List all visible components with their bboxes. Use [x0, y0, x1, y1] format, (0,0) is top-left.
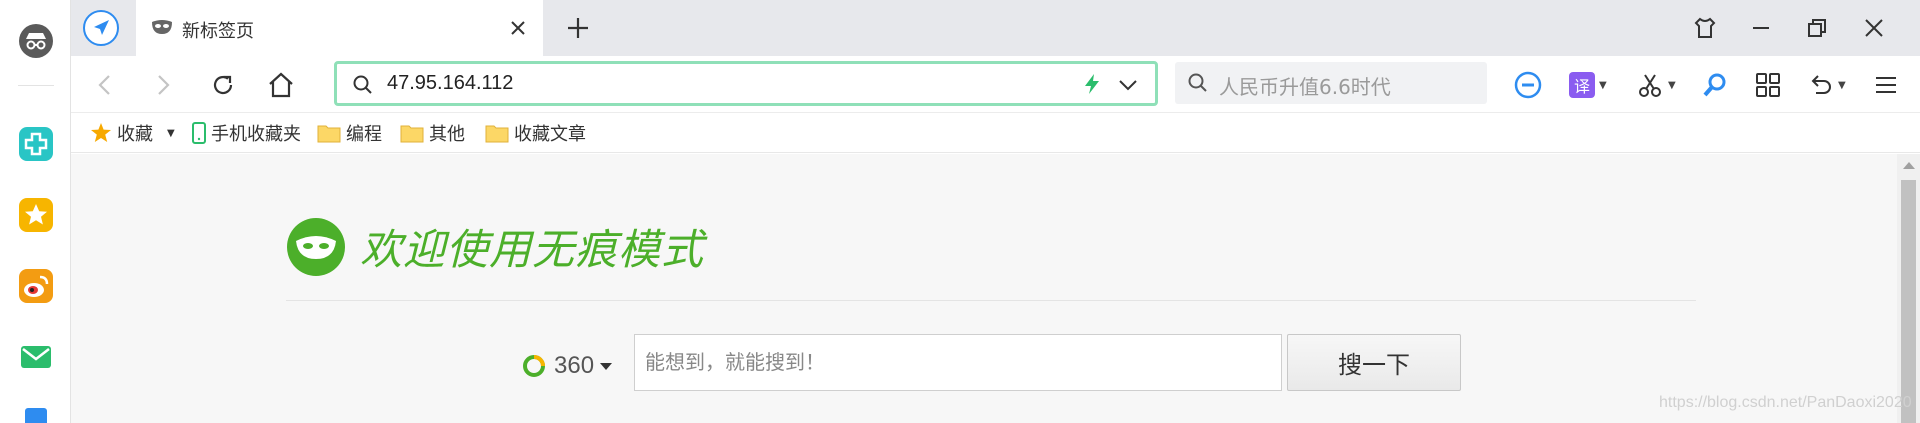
welcome-header: 欢迎使用无痕模式: [286, 216, 704, 277]
divider: [286, 300, 1696, 301]
navigation-icon[interactable]: [83, 10, 119, 46]
search-engine-selector[interactable]: 360: [522, 352, 613, 380]
folder-icon: [400, 125, 424, 143]
favorites-star-icon[interactable]: [18, 197, 54, 233]
refresh-icon[interactable]: [206, 68, 240, 102]
incognito-icon[interactable]: [18, 23, 54, 59]
scroll-up-arrow-icon[interactable]: [1903, 162, 1915, 169]
bookmark-label: 其他: [429, 124, 465, 145]
caret-down-icon: ▼: [1838, 79, 1846, 91]
incognito-mask-icon: [150, 17, 174, 43]
caret-down-icon: ▼: [1668, 79, 1676, 91]
chevron-down-icon[interactable]: [1117, 74, 1139, 100]
search-icon: [1187, 72, 1209, 98]
menu-icon[interactable]: [1873, 68, 1899, 102]
tab-new-tab[interactable]: 新标签页: [136, 0, 543, 56]
caret-down-icon: [600, 362, 613, 370]
home-icon[interactable]: [264, 68, 298, 102]
bookmark-label: 编程: [346, 124, 382, 145]
bookmarks-bar: 收藏 ▼ 手机收藏夹 编程 其他 收藏文章: [71, 113, 1920, 153]
bookmark-label: 手机收藏夹: [211, 124, 301, 145]
bookmark-folder-programming[interactable]: 编程: [317, 122, 382, 145]
search-icon: [352, 74, 374, 100]
skin-icon[interactable]: [1691, 14, 1719, 42]
mail-icon[interactable]: [18, 339, 54, 375]
page-content: 欢迎使用无痕模式 360 能想到，就能搜到！ 搜一下: [71, 154, 1897, 423]
scroll-thumb[interactable]: [1901, 180, 1916, 423]
zoom-icon[interactable]: [1701, 68, 1729, 102]
star-icon: [91, 123, 111, 142]
translate-icon: 译: [1569, 72, 1595, 98]
incognito-mask-logo-icon: [287, 217, 345, 276]
watermark: https://blog.csdn.net/PanDaoxi2020: [1659, 394, 1912, 411]
screenshot-button[interactable]: ▼: [1636, 68, 1676, 102]
close-window-icon[interactable]: [1860, 14, 1888, 42]
bookmark-label: 收藏: [117, 124, 153, 145]
adblock-icon[interactable]: [1513, 68, 1543, 102]
welcome-title: 欢迎使用无痕模式: [360, 225, 705, 274]
phone-icon: [192, 122, 206, 144]
minimize-icon[interactable]: [1747, 14, 1775, 42]
back-icon[interactable]: [88, 68, 122, 102]
new-tab-icon[interactable]: [564, 14, 592, 42]
search-placeholder: 人民币升值6.6时代: [1219, 75, 1391, 99]
undo-button[interactable]: ▼: [1806, 68, 1846, 102]
360-logo-icon: [523, 355, 545, 377]
close-tab-icon[interactable]: [507, 17, 529, 39]
folder-icon: [317, 125, 341, 143]
weibo-icon[interactable]: [18, 268, 54, 304]
document-icon[interactable]: [18, 405, 54, 423]
bookmark-folder-other[interactable]: 其他: [400, 122, 465, 145]
address-bar[interactable]: 47.95.164.112: [334, 61, 1158, 106]
left-sidebar: [0, 0, 71, 423]
scissors-icon: [1639, 74, 1661, 97]
caret-down-icon[interactable]: ▼: [167, 128, 175, 139]
bookmark-favorites[interactable]: 收藏 ▼: [90, 122, 175, 145]
apps-grid-icon[interactable]: [1754, 68, 1782, 102]
navigation-bar: 47.95.164.112 人民币升值6.6时代 译 ▼ ▼ ▼: [71, 56, 1920, 113]
bookmark-folder-articles[interactable]: 收藏文章: [485, 122, 586, 145]
forward-icon[interactable]: [146, 68, 180, 102]
web-search-input[interactable]: 能想到，就能搜到！: [634, 334, 1282, 391]
search-box[interactable]: 人民币升值6.6时代: [1175, 62, 1487, 104]
search-engine-name: 360: [554, 352, 595, 379]
folder-icon: [485, 125, 509, 143]
title-bar: 新标签页: [71, 0, 1920, 56]
caret-down-icon: ▼: [1599, 79, 1607, 91]
sidebar-divider: [18, 85, 54, 86]
undo-icon: [1811, 75, 1831, 94]
lightning-icon[interactable]: [1082, 73, 1102, 99]
address-text[interactable]: 47.95.164.112: [387, 72, 513, 95]
bookmark-label: 收藏文章: [514, 124, 586, 145]
tab-title: 新标签页: [182, 21, 254, 42]
health-icon[interactable]: [18, 126, 54, 162]
bookmark-mobile-favorites[interactable]: 手机收藏夹: [192, 122, 301, 145]
vertical-scrollbar[interactable]: [1897, 154, 1920, 423]
translate-button[interactable]: 译 ▼: [1569, 68, 1607, 102]
search-button[interactable]: 搜一下: [1287, 334, 1461, 391]
restore-icon[interactable]: [1803, 14, 1831, 42]
